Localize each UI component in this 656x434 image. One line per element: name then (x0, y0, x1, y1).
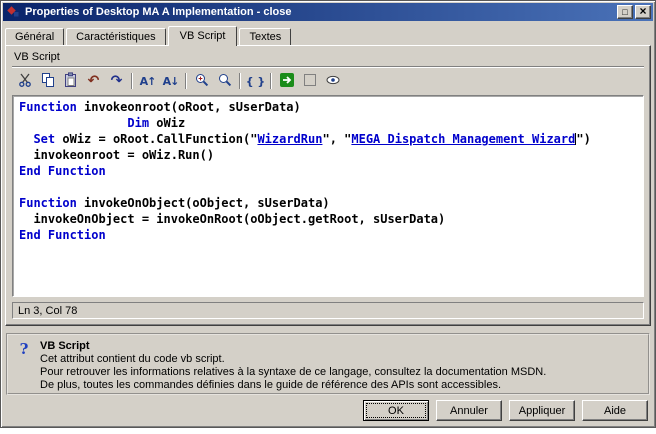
help-line: De plus, toutes les commandes définies d… (40, 379, 546, 392)
editor-toolbar: ↶ ↷ A↑ A↓ (12, 66, 644, 93)
cut-icon (17, 72, 33, 91)
tab-caracteristiques[interactable]: Caractéristiques (66, 28, 165, 45)
zoom-in-icon (194, 72, 210, 91)
action-buttons: OK Annuler Appliquer Aide (363, 400, 648, 421)
paste-icon (63, 72, 79, 91)
code-token: ") (576, 132, 590, 146)
help-line: Cet attribut contient du code vb script. (40, 353, 546, 366)
undo-icon: ↶ (88, 74, 100, 88)
help-text: VB Script Cet attribut contient du code … (40, 340, 546, 392)
code-line: invokeonroot = oWiz.Run() (19, 147, 641, 163)
maximize-icon: □ (622, 8, 627, 17)
preview-icon (325, 72, 341, 91)
toolbar-separator (270, 73, 272, 89)
braces-button[interactable]: { } (244, 71, 267, 91)
copy-icon (40, 72, 56, 91)
help-panel: ? VB Script Cet attribut contient du cod… (6, 333, 650, 395)
vb-script-page: VB Script (5, 45, 651, 326)
code-line: End Function (19, 227, 641, 243)
run-icon (279, 72, 295, 91)
preview-button[interactable] (321, 71, 344, 91)
run-button[interactable] (275, 71, 298, 91)
code-token: invokeonroot = oWiz.Run() (19, 148, 214, 162)
keyword-token: Set (33, 132, 55, 146)
help-title: VB Script (40, 340, 546, 352)
zoom-button[interactable] (213, 71, 236, 91)
code-line (19, 179, 641, 195)
help-button[interactable]: Aide (582, 400, 648, 421)
editor-statusbar: Ln 3, Col 78 (12, 302, 644, 319)
font-increase-button[interactable]: A↑ (136, 71, 159, 91)
code-line: Set oWiz = oRoot.CallFunction("WizardRun… (19, 131, 641, 147)
help-line: Pour retrouver les informations relative… (40, 366, 546, 379)
tab-vb-script[interactable]: VB Script (168, 26, 238, 46)
code-line: invokeOnObject = invokeOnRoot(oObject.ge… (19, 211, 641, 227)
ok-button[interactable]: OK (363, 400, 429, 421)
code-token: invokeOnObject = invokeOnRoot(oObject.ge… (19, 212, 445, 226)
toolbar-separator (239, 73, 241, 89)
cut-button[interactable] (13, 71, 36, 91)
tab-textes[interactable]: Textes (239, 28, 291, 45)
app-icon (5, 4, 21, 20)
string-token: MEGA Dispatch Management Wizard (351, 132, 575, 146)
code-token: oWiz = oRoot.CallFunction(" (55, 132, 257, 146)
code-token: oWiz (149, 116, 185, 130)
toolbar-separator (131, 73, 133, 89)
tab-general[interactable]: Général (5, 28, 64, 45)
window-title: Properties of Desktop MA A Implementatio… (25, 6, 615, 18)
code-editor[interactable]: Function invokeonroot(oRoot, sUserData) … (12, 95, 644, 297)
font-decrease-button[interactable]: A↓ (159, 71, 182, 91)
cancel-button[interactable]: Annuler (436, 400, 502, 421)
code-line: End Function (19, 163, 641, 179)
keyword-token: End Function (19, 164, 106, 178)
maximize-button[interactable]: □ (617, 5, 633, 19)
tab-bar: Général Caractéristiques VB Script Texte… (5, 25, 651, 45)
code-line: Function invokeOnObject(oObject, sUserDa… (19, 195, 641, 211)
apply-button[interactable]: Appliquer (509, 400, 575, 421)
undo-button[interactable]: ↶ (82, 71, 105, 91)
properties-dialog: Properties of Desktop MA A Implementatio… (0, 0, 656, 428)
code-token: invokeonroot(oRoot, sUserData) (77, 100, 301, 114)
zoom-in-button[interactable] (190, 71, 213, 91)
code-token: invokeOnObject(oObject, sUserData) (77, 196, 330, 210)
font-decrease-icon: A↓ (163, 76, 179, 87)
cursor-position: Ln 3, Col 78 (18, 305, 77, 317)
code-token (19, 132, 33, 146)
code-token: ", " (322, 132, 351, 146)
paste-button[interactable] (59, 71, 82, 91)
code-line: Function invokeonroot(oRoot, sUserData) (19, 99, 641, 115)
close-button[interactable]: × (635, 5, 651, 19)
code-line: Dim oWiz (19, 115, 641, 131)
frame-icon (302, 72, 318, 91)
titlebar[interactable]: Properties of Desktop MA A Implementatio… (3, 3, 653, 21)
help-icon: ? (16, 340, 32, 358)
keyword-token: Function (19, 196, 77, 210)
code-token (19, 116, 127, 130)
redo-button[interactable]: ↷ (105, 71, 128, 91)
font-increase-icon: A↑ (140, 76, 156, 87)
frame-button[interactable] (298, 71, 321, 91)
group-label: VB Script (14, 51, 650, 63)
toolbar-separator (185, 73, 187, 89)
copy-button[interactable] (36, 71, 59, 91)
text-caret (575, 133, 576, 145)
string-token: WizardRun (257, 132, 322, 146)
close-icon: × (639, 5, 646, 17)
braces-icon: { } (246, 76, 266, 87)
keyword-token: End Function (19, 228, 106, 242)
code-area: Function invokeonroot(oRoot, sUserData) … (19, 99, 641, 243)
zoom-icon (217, 72, 233, 91)
keyword-token: Function (19, 100, 77, 114)
keyword-token: Dim (127, 116, 149, 130)
redo-icon: ↷ (111, 74, 123, 88)
